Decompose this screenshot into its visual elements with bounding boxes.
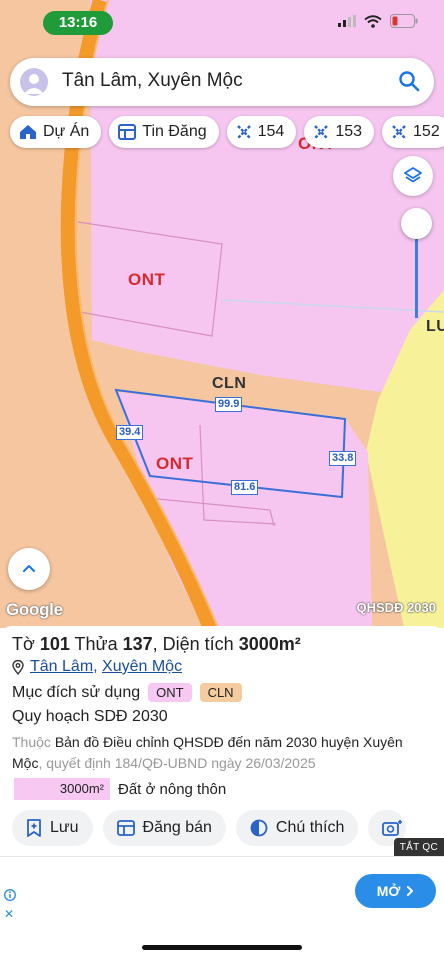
hide-ads-button[interactable]: TẮT QC — [393, 838, 444, 857]
plot-icon — [314, 125, 329, 139]
chip-label: 154 — [257, 123, 285, 140]
expand-panel-button[interactable] — [8, 548, 50, 590]
layer-tag: QHSDĐ 2030 — [356, 600, 436, 615]
title-prefix: Tờ — [12, 634, 40, 654]
zone-label-lu: LU — [426, 318, 444, 335]
contrast-icon — [250, 819, 268, 837]
purpose-row: Mục đích sử dụng ONT CLN — [12, 683, 242, 702]
save-button[interactable]: Lưu — [12, 810, 93, 846]
dimension-bottom: 81.6 — [231, 480, 259, 495]
purpose-tag-cln: CLN — [199, 683, 242, 702]
chip-label: Dự Án — [43, 123, 90, 140]
chip-plot-154[interactable]: 154 — [226, 116, 297, 148]
ad-close-icon[interactable]: ✕ — [4, 907, 14, 921]
layers-icon — [404, 167, 422, 183]
plan-title: Quy hoạch SDĐ 2030 — [12, 708, 168, 725]
plan-description: Thuộc Bản đồ Điều chỉnh QHSDĐ đến năm 20… — [12, 732, 432, 774]
purpose-label: Mục đích sử dụng — [12, 683, 141, 701]
chip-du-an[interactable]: Dự Án — [10, 116, 102, 148]
plot-icon — [392, 125, 406, 139]
search-button[interactable] — [398, 70, 420, 97]
chevron-right-icon — [407, 886, 414, 896]
camera-icon — [382, 820, 403, 836]
dimension-right: 33.8 — [329, 451, 357, 466]
chip-label: 152 — [413, 123, 440, 140]
zone-label-ont: ONT — [128, 270, 166, 289]
status-icons — [338, 14, 418, 28]
ad-info-icon[interactable] — [4, 889, 16, 901]
action-bar: Lưu Đăng bán Chú thích — [12, 810, 407, 846]
location-pin-icon — [12, 659, 24, 675]
zone-label-cln: CLN — [212, 375, 247, 392]
cellular-signal-icon — [338, 15, 356, 27]
ad-open-label: MỞ — [376, 883, 401, 899]
legend-text: Đất ở nông thôn — [118, 780, 227, 798]
search-icon — [399, 71, 420, 92]
parcel-info-panel: Tờ 101 Thửa 137, Diện tích 3000m² Tân Lâ… — [0, 626, 444, 856]
dimension-top: 99.9 — [215, 397, 243, 412]
status-bar: 13:16 — [0, 0, 444, 44]
status-time: 13:16 — [43, 11, 113, 35]
chip-label: Tin Đăng — [142, 123, 207, 140]
chip-plot-152[interactable]: 152 — [382, 116, 444, 148]
plot-icon — [236, 125, 251, 139]
parcel-title: Tờ 101 Thửa 137, Diện tích 3000m² — [12, 634, 301, 655]
legend-row: 3000m² Đất ở nông thôn — [14, 778, 226, 800]
title-mid: Thửa — [69, 634, 123, 654]
desc-prefix: Thuộc — [12, 734, 55, 750]
opacity-slider-handle[interactable] — [401, 208, 432, 239]
google-logo: Google — [6, 600, 63, 619]
desc-decision: , quyết định 184/QĐ-UBND ngày 26/03/2025 — [38, 755, 316, 771]
layers-button[interactable] — [393, 156, 433, 196]
chevron-up-icon — [23, 565, 35, 572]
legend-button[interactable]: Chú thích — [235, 810, 359, 846]
bookmark-add-icon — [27, 819, 41, 837]
zone-label-ont-parcel: ONT — [156, 454, 194, 473]
avatar[interactable] — [20, 68, 48, 96]
district-link[interactable]: Xuyên Mộc — [102, 658, 182, 675]
purpose-tag-ont: ONT — [148, 683, 192, 702]
commune-link[interactable]: Tân Lâm — [30, 658, 93, 675]
battery-low-icon — [390, 14, 418, 28]
home-icon — [20, 125, 36, 139]
chip-label: 153 — [335, 123, 363, 140]
location-row: Tân Lâm, Xuyên Mộc — [12, 658, 182, 676]
chip-plot-153[interactable]: 153 — [304, 116, 375, 148]
ad-open-button[interactable]: MỞ — [355, 874, 436, 908]
location-separator: , — [93, 658, 103, 675]
sheet-number: 101 — [39, 634, 70, 654]
post-sale-button[interactable]: Đăng bán — [102, 810, 226, 846]
chip-tin-dang[interactable]: Tin Đăng — [109, 116, 219, 148]
post-sale-label: Đăng bán — [142, 819, 212, 836]
user-icon — [24, 74, 44, 94]
legend-label: Chú thích — [275, 819, 345, 836]
wifi-icon — [364, 14, 382, 28]
search-bar[interactable]: Tân Lâm, Xuyên Mộc — [10, 58, 434, 106]
home-indicator[interactable] — [142, 945, 302, 950]
filter-chips: Dự Án Tin Đăng 154 153 152 — [10, 116, 444, 148]
legend-area-swatch: 3000m² — [14, 778, 110, 800]
title-suffix: , Diện tích — [152, 634, 239, 654]
parcel-area: 3000m² — [238, 634, 301, 654]
dimension-left: 39.4 — [116, 425, 144, 440]
parcel-number: 137 — [122, 634, 153, 654]
save-label: Lưu — [50, 819, 79, 836]
listing-icon — [118, 124, 137, 140]
ad-banner[interactable]: ✕ MỞ — [0, 856, 444, 926]
search-input[interactable]: Tân Lâm, Xuyên Mộc — [62, 70, 243, 92]
listing-icon — [116, 820, 135, 836]
